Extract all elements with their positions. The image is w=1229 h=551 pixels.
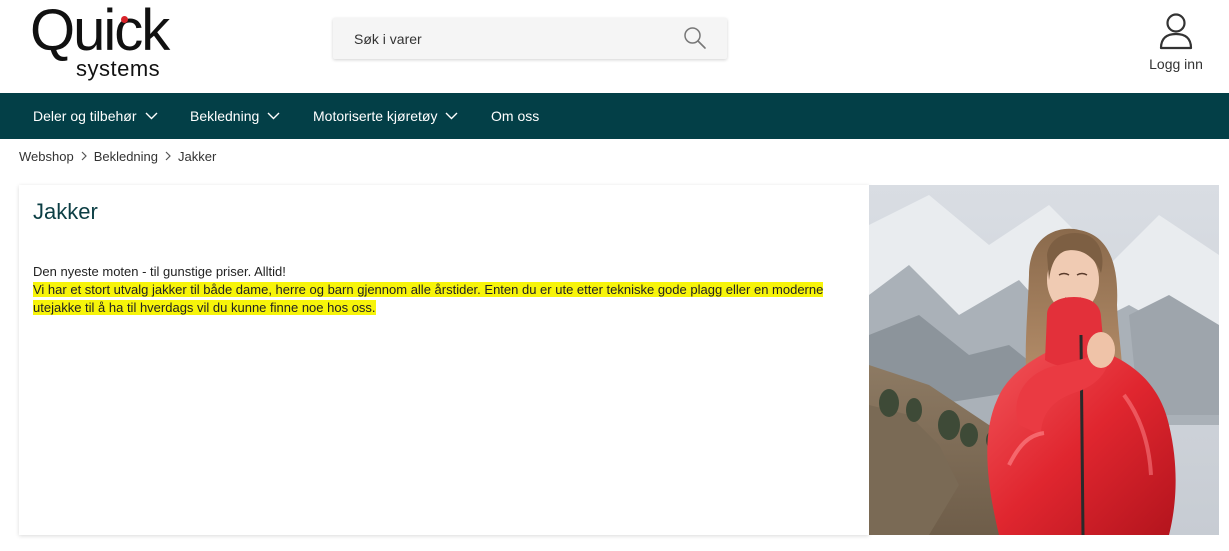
highlighted-text: Vi har et stort utvalg jakker til både d… (33, 282, 824, 315)
site-header: Quick systems Logg inn (0, 0, 1229, 93)
logo-red-dot (121, 16, 128, 23)
search-bar (333, 18, 727, 59)
nav-item-deler-og-tilbehor[interactable]: Deler og tilbehør (33, 93, 158, 139)
chevron-down-icon (445, 112, 458, 120)
login-button[interactable]: Logg inn (1140, 12, 1212, 82)
chevron-right-icon (81, 149, 87, 164)
page-title: Jakker (33, 199, 98, 224)
breadcrumb-item-bekledning[interactable]: Bekledning (94, 149, 158, 164)
breadcrumb-item-jakker: Jakker (178, 149, 217, 165)
chevron-right-icon (165, 149, 171, 164)
logo-wordmark: Quick (30, 0, 170, 63)
quick-systems-logo[interactable]: Quick systems (30, 2, 195, 83)
nav-item-om-oss[interactable]: Om oss (491, 93, 539, 139)
search-icon[interactable] (683, 26, 707, 50)
nav-item-label: Om oss (491, 108, 540, 124)
chevron-down-icon (267, 112, 280, 120)
nav-item-label: Motoriserte kjøretøy (313, 108, 438, 124)
category-hero-image (869, 185, 1219, 535)
nav-item-motoriserte-kjoretoy[interactable]: Motoriserte kjøretøy (313, 93, 458, 139)
login-label: Logg inn (1149, 56, 1203, 72)
category-description-card: Jakker Den nyeste moten - til gunstige p… (19, 185, 869, 535)
nav-item-label: Bekledning (190, 108, 260, 124)
main-navigation: Deler og tilbehør Bekledning Motoriserte… (0, 93, 1229, 139)
user-icon (1140, 12, 1212, 50)
chevron-down-icon (145, 112, 157, 120)
category-description: Vi har et stort utvalg jakker til både d… (33, 281, 853, 317)
logo-subtitle: systems (76, 56, 161, 81)
nav-item-bekledning[interactable]: Bekledning (190, 93, 280, 139)
breadcrumb: Webshop Bekledning Jakker (19, 148, 216, 164)
search-input[interactable] (333, 18, 673, 59)
category-intro: Den nyeste moten - til gunstige priser. … (33, 264, 286, 279)
breadcrumb-item-webshop[interactable]: Webshop (19, 149, 74, 164)
nav-item-label: Deler og tilbehør (33, 108, 137, 124)
